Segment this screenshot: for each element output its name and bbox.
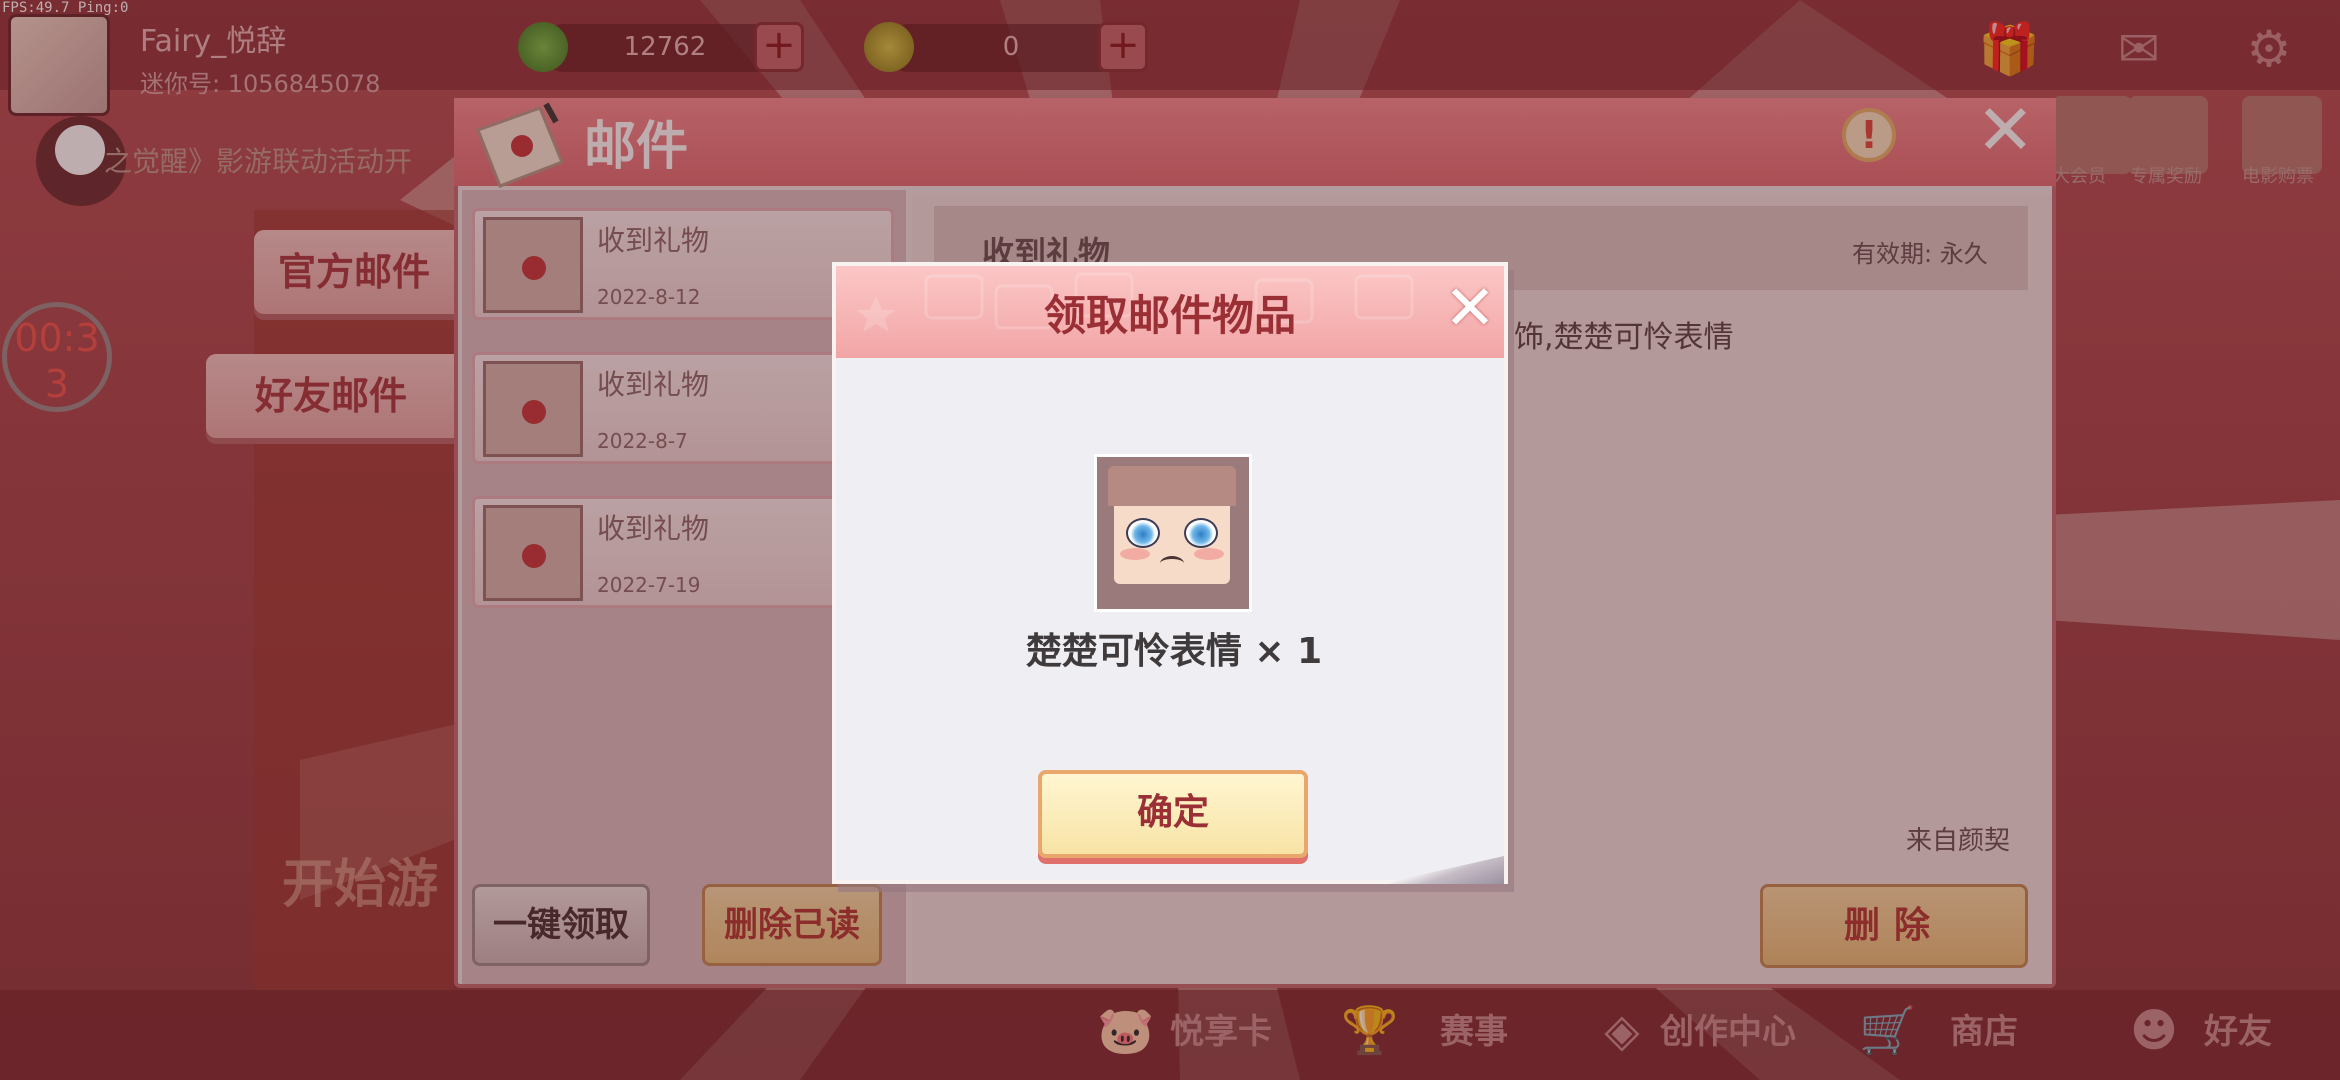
item-blush-right	[1194, 548, 1224, 560]
item-name: 楚楚可怜表情 × 1	[1025, 631, 1323, 672]
item-eye-left	[1126, 518, 1160, 548]
item-mouth	[1160, 556, 1184, 571]
confirm-button[interactable]: 确定	[1038, 770, 1308, 858]
item-eye-right	[1184, 518, 1218, 548]
item-hair	[1108, 466, 1236, 506]
dialog-title: 领取邮件物品	[1043, 291, 1296, 340]
close-icon[interactable]: ✕	[1444, 277, 1496, 339]
item-blush-left	[1120, 548, 1150, 560]
